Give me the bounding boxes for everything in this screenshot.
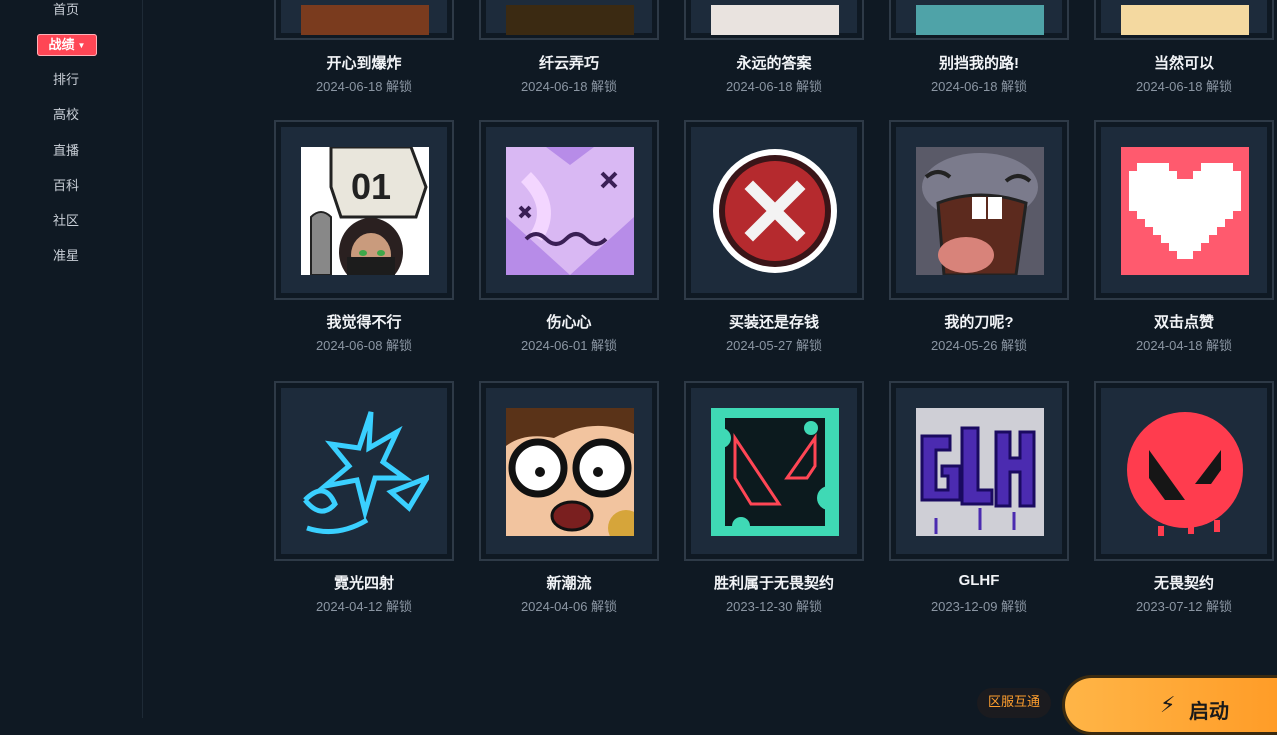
spray-card[interactable]: 伤心心 2024-06-01 解锁: [479, 120, 659, 353]
spray-icon: [1121, 5, 1249, 35]
svg-text:01: 01: [351, 166, 391, 207]
spray-card[interactable]: 无畏契约 2023-07-12 解锁: [1094, 381, 1274, 614]
launch-button[interactable]: ⚡ 启动: [1062, 675, 1277, 735]
spray-name: 伤心心: [546, 314, 592, 331]
sidebar-item-match-history[interactable]: 战绩 ▼: [37, 34, 97, 56]
spray-date: 2024-06-01 解锁: [520, 338, 618, 353]
red-x-button-icon: [711, 147, 839, 275]
glhf-graffiti-icon: [916, 408, 1044, 536]
spray-card[interactable]: GLHF 2023-12-09 解锁: [889, 381, 1069, 614]
spray-name: 买装还是存钱: [728, 314, 819, 331]
pixel-heart-icon: [1121, 147, 1249, 275]
spray-card[interactable]: 胜利属于无畏契约 2023-12-30 解锁: [684, 381, 864, 614]
spray-name: 胜利属于无畏契约: [713, 575, 834, 592]
valorant-logo-splatter-icon: [711, 408, 839, 536]
spray-date: 2024-06-18 解锁: [725, 79, 823, 94]
spray-name: 新潮流: [546, 575, 592, 592]
region-interop-button[interactable]: 区服互通: [977, 688, 1051, 718]
spray-card[interactable]: 新潮流 2024-04-06 解锁: [479, 381, 659, 614]
sidebar-item-live[interactable]: 直播: [36, 140, 96, 162]
spray-frame: [479, 0, 659, 40]
spray-frame: [274, 0, 454, 40]
spray-date: 2024-06-18 解锁: [1135, 79, 1233, 94]
valorant-red-circle-icon: [1121, 408, 1249, 536]
sidebar-item-label: 战绩: [48, 37, 75, 52]
purple-broken-heart-icon: [506, 147, 634, 275]
spray-icon: [506, 5, 634, 35]
sidebar-item-community[interactable]: 社区: [36, 210, 96, 232]
spray-name: 永远的答案: [736, 55, 812, 72]
spray-name: 我的刀呢?: [944, 314, 1014, 331]
spray-name: 纤云弄巧: [538, 55, 599, 72]
crying-creature-icon: [916, 147, 1044, 275]
sidebar: 首页 战绩 ▼ 排行 高校 直播 百科 社区 准星: [0, 0, 143, 718]
spray-card[interactable]: 霓光四射 2024-04-12 解锁: [274, 381, 454, 614]
spray-card[interactable]: 买装还是存钱 2024-05-27 解锁: [684, 120, 864, 353]
spray-name: 别挡我的路!: [939, 55, 1019, 72]
spray-date: 2023-12-30 解锁: [725, 599, 823, 614]
spray-card[interactable]: 01 我觉得不行 2024-06-08 解锁: [274, 120, 454, 353]
spray-name: 我觉得不行: [326, 314, 402, 331]
spray-icon: [916, 5, 1044, 35]
spray-card[interactable]: 我的刀呢? 2024-05-26 解锁: [889, 120, 1069, 353]
spray-icon: [301, 5, 429, 35]
spray-frame: [889, 0, 1069, 40]
spray-frame: [684, 0, 864, 40]
spray-card[interactable]: 双击点赞 2024-04-18 解锁: [1094, 120, 1274, 353]
sidebar-item-wiki[interactable]: 百科: [36, 175, 96, 197]
sidebar-item-college[interactable]: 高校: [36, 104, 96, 126]
spray-date: 2024-06-08 解锁: [315, 338, 413, 353]
shocked-face-icon: [506, 408, 634, 536]
spray-name: 当然可以: [1153, 55, 1214, 72]
spray-date: 2024-04-06 解锁: [520, 599, 618, 614]
spray-date: 2024-04-18 解锁: [1135, 338, 1233, 353]
spray-name: 双击点赞: [1153, 314, 1214, 331]
spray-date: 2024-04-12 解锁: [315, 599, 413, 614]
sidebar-item-home[interactable]: 首页: [36, 0, 96, 21]
spray-date: 2024-06-18 解锁: [520, 79, 618, 94]
spray-date: 2023-12-09 解锁: [930, 599, 1028, 614]
sidebar-item-ranking[interactable]: 排行: [36, 69, 96, 91]
spray-icon: [711, 5, 839, 35]
spray-date: 2024-06-18 解锁: [315, 79, 413, 94]
neon-stars-icon: [301, 408, 429, 536]
spray-date: 2024-05-27 解锁: [725, 338, 823, 353]
spray-name: 开心到爆炸: [326, 55, 402, 72]
spray-date: 2023-07-12 解锁: [1135, 599, 1233, 614]
launch-label: 启动: [1189, 701, 1229, 723]
sidebar-item-crosshair[interactable]: 准星: [36, 245, 96, 267]
caret-down-icon: ▼: [77, 41, 86, 50]
spray-name: 霓光四射: [333, 575, 394, 592]
spray-date: 2024-06-18 解锁: [930, 79, 1028, 94]
spray-date: 2024-05-26 解锁: [930, 338, 1028, 353]
spray-name: GLHF: [958, 572, 1000, 589]
agent-01-sign-icon: 01: [301, 147, 429, 275]
lightning-icon: ⚡: [1160, 692, 1176, 717]
spray-name: 无畏契约: [1153, 575, 1214, 592]
spray-frame: [1094, 0, 1274, 40]
